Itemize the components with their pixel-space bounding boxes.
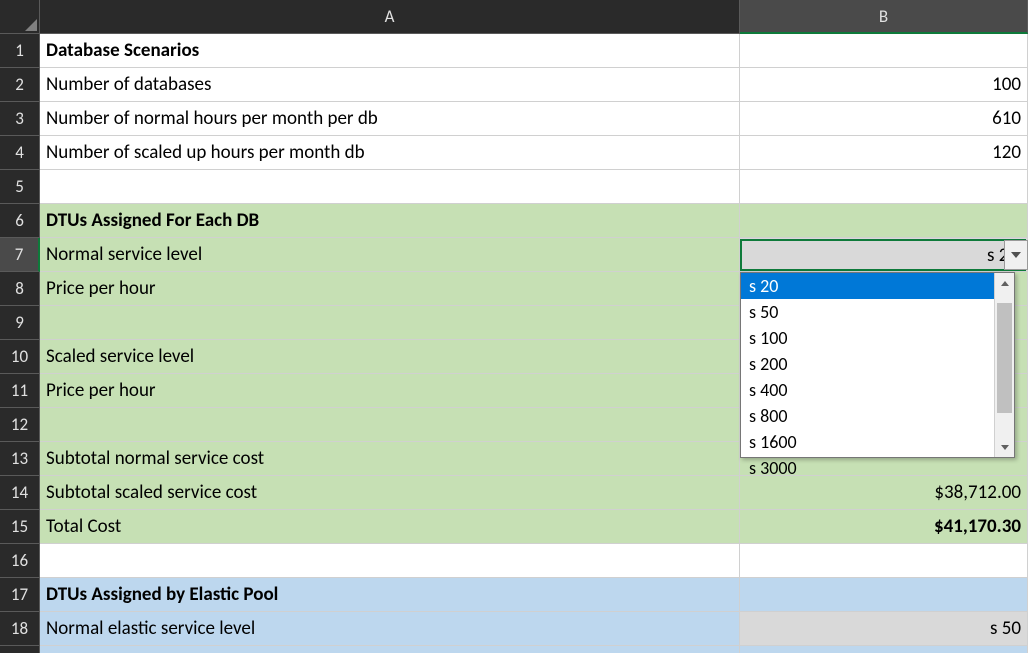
chevron-up-icon: [1001, 281, 1009, 286]
cell-B6[interactable]: [740, 204, 1028, 238]
cell-A15[interactable]: Total Cost: [40, 510, 740, 544]
scroll-thumb[interactable]: [997, 303, 1012, 413]
row-header-7[interactable]: 7: [0, 238, 40, 272]
row-header-14[interactable]: 14: [0, 476, 40, 510]
row-header-3[interactable]: 3: [0, 102, 40, 136]
cell-A6[interactable]: DTUs Assigned For Each DB: [40, 204, 740, 238]
dropdown-option-3[interactable]: s 200: [741, 351, 1014, 377]
row-header-4[interactable]: 4: [0, 136, 40, 170]
column-header-A[interactable]: A: [40, 0, 740, 34]
scroll-down-button[interactable]: [995, 437, 1014, 457]
cell-B16[interactable]: [740, 544, 1028, 578]
chevron-down-icon: [1001, 445, 1009, 450]
cell-B4[interactable]: 120: [740, 136, 1028, 170]
row-header-10[interactable]: 10: [0, 340, 40, 374]
dropdown-option-1[interactable]: s 50: [741, 299, 1014, 325]
row-header-5[interactable]: 5: [0, 170, 40, 204]
row-header-12[interactable]: 12: [0, 408, 40, 442]
cell-B18[interactable]: s 50: [740, 612, 1028, 646]
dropdown-option-2[interactable]: s 100: [741, 325, 1014, 351]
row-header-16[interactable]: 16: [0, 544, 40, 578]
dropdown-scrollbar[interactable]: [994, 273, 1014, 457]
row-header-18[interactable]: 18: [0, 612, 40, 646]
row-header-11[interactable]: 11: [0, 374, 40, 408]
row-header-6[interactable]: 6: [0, 204, 40, 238]
select-all-triangle-icon: [25, 19, 37, 31]
dropdown-option-0[interactable]: s 20: [741, 273, 1014, 299]
row-header-15[interactable]: 15: [0, 510, 40, 544]
cell-A9[interactable]: [40, 306, 740, 340]
cell-B14[interactable]: $38,712.00: [740, 476, 1028, 510]
row-header-17[interactable]: 17: [0, 578, 40, 612]
cell-A7[interactable]: Normal service level: [40, 238, 740, 272]
cell-B2[interactable]: 100: [740, 68, 1028, 102]
cell-B5[interactable]: [740, 170, 1028, 204]
cell-A14[interactable]: Subtotal scaled service cost: [40, 476, 740, 510]
row-header-1[interactable]: 1: [0, 34, 40, 68]
cell-A3[interactable]: Number of normal hours per month per db: [40, 102, 740, 136]
cell-A2[interactable]: Number of databases: [40, 68, 740, 102]
data-validation-dropdown-list[interactable]: s 20 s 50 s 100 s 200 s 400 s 800 s 1600…: [740, 272, 1015, 458]
row-header-2[interactable]: 2: [0, 68, 40, 102]
cell-A10[interactable]: Scaled service level: [40, 340, 740, 374]
cell-A11[interactable]: Price per hour: [40, 374, 740, 408]
cell-A19[interactable]: Price per hour: [40, 646, 740, 653]
column-header-B[interactable]: B: [740, 0, 1028, 34]
scroll-up-button[interactable]: [995, 273, 1014, 293]
cell-A12[interactable]: [40, 408, 740, 442]
cell-B19[interactable]: $0.15: [740, 646, 1028, 653]
chevron-down-icon: [1011, 252, 1021, 258]
row-header-8[interactable]: 8: [0, 272, 40, 306]
cell-A8[interactable]: Price per hour: [40, 272, 740, 306]
data-validation-dropdown-button[interactable]: [1004, 240, 1028, 270]
dropdown-option-6[interactable]: s 1600: [741, 429, 1014, 455]
cell-A5[interactable]: [40, 170, 740, 204]
cell-A16[interactable]: [40, 544, 740, 578]
cell-A13[interactable]: Subtotal normal service cost: [40, 442, 740, 476]
cell-A18[interactable]: Normal elastic service level: [40, 612, 740, 646]
dropdown-option-7[interactable]: s 3000: [741, 455, 1014, 481]
cell-B1[interactable]: [740, 34, 1028, 68]
row-header-19[interactable]: 19: [0, 646, 40, 653]
cell-A1[interactable]: Database Scenarios: [40, 34, 740, 68]
cell-B15[interactable]: $41,170.30: [740, 510, 1028, 544]
cell-A4[interactable]: Number of scaled up hours per month db: [40, 136, 740, 170]
row-header-9[interactable]: 9: [0, 306, 40, 340]
dropdown-option-5[interactable]: s 800: [741, 403, 1014, 429]
dropdown-option-4[interactable]: s 400: [741, 377, 1014, 403]
cell-A17[interactable]: DTUs Assigned by Elastic Pool: [40, 578, 740, 612]
cell-B3[interactable]: 610: [740, 102, 1028, 136]
cell-B17[interactable]: [740, 578, 1028, 612]
select-all-corner[interactable]: [0, 0, 40, 34]
selected-cell-B7[interactable]: s 20: [740, 239, 1026, 271]
row-header-13[interactable]: 13: [0, 442, 40, 476]
